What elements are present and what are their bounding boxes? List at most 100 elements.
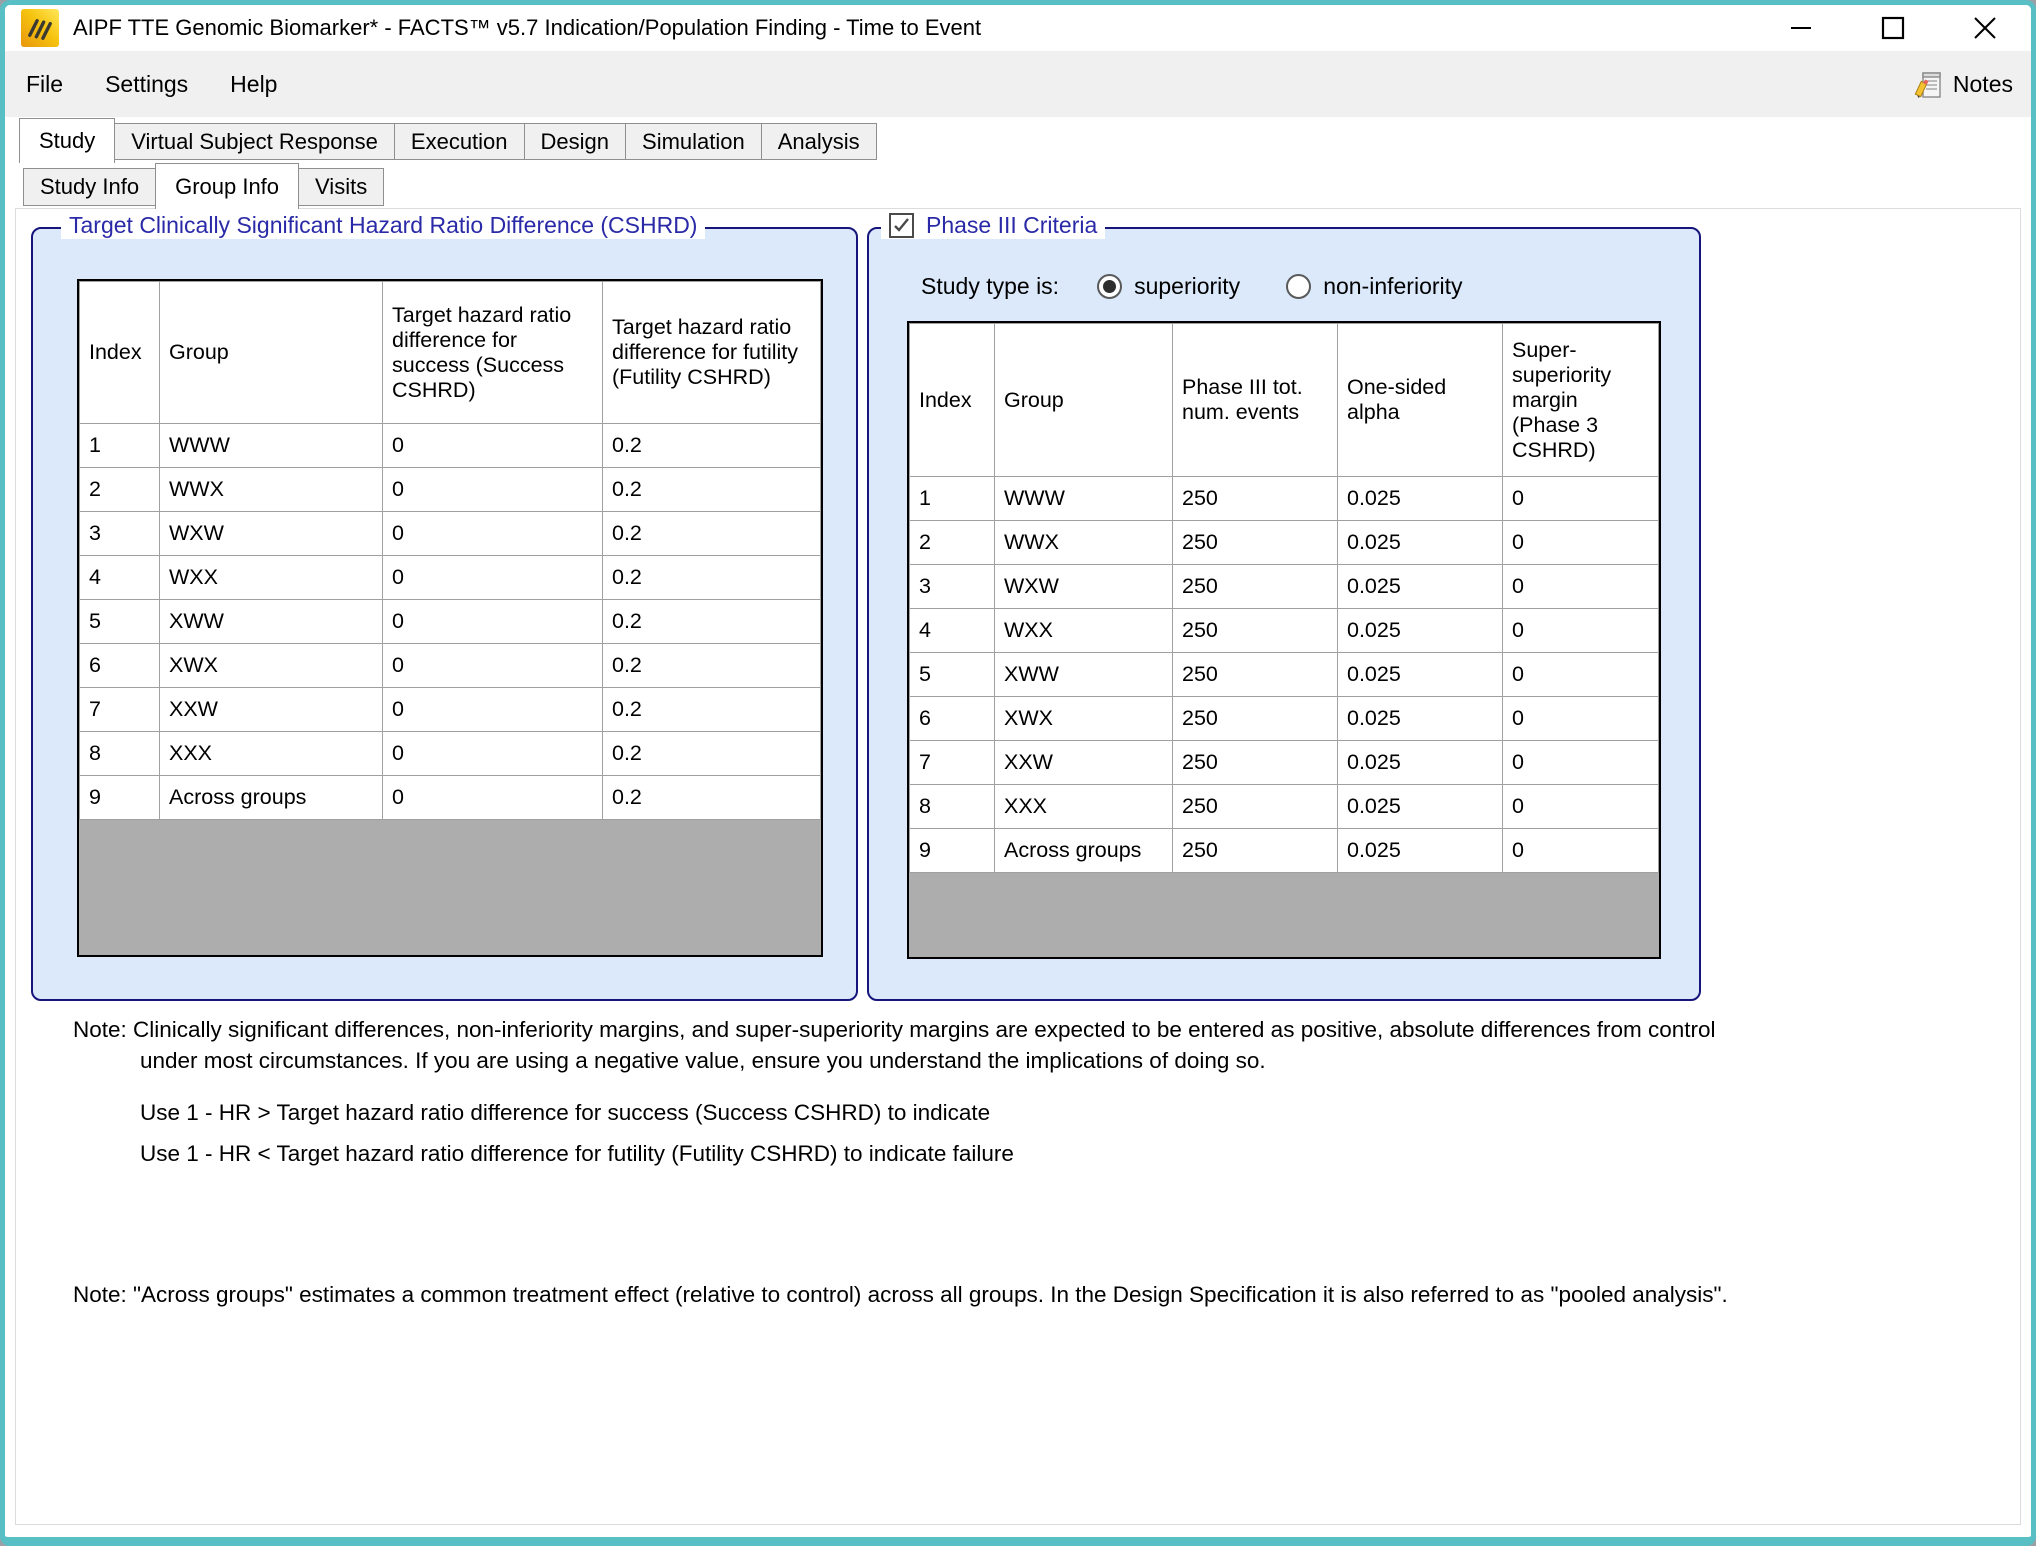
grid-value-cell[interactable]: 0.025 [1338, 609, 1503, 653]
radio-option-superiority[interactable]: superiority [1097, 273, 1240, 300]
grid-value-cell[interactable]: 0 [383, 644, 603, 688]
grid-value-cell[interactable]: 0.2 [603, 732, 821, 776]
radio-option-label: non-inferiority [1323, 273, 1462, 300]
study-type-label: Study type is: [921, 273, 1059, 300]
column-header: Group [995, 324, 1173, 477]
cshrd-table-frame: IndexGroupTarget hazard ratio difference… [77, 279, 823, 957]
grid-value-cell[interactable]: 250 [1173, 609, 1338, 653]
grid-value-cell[interactable]: 0.025 [1338, 521, 1503, 565]
grid-value-cell[interactable]: 0.2 [603, 688, 821, 732]
grid-value-cell[interactable]: 0 [1503, 653, 1659, 697]
phase3-checkbox[interactable] [889, 213, 914, 238]
note-across-groups: Note: "Across groups" estimates a common… [73, 1282, 1728, 1308]
grid-value-cell[interactable]: 0 [1503, 697, 1659, 741]
grid-value-cell[interactable]: 0.2 [603, 512, 821, 556]
grid-value-cell[interactable]: 0 [383, 600, 603, 644]
group-name-cell: XWW [995, 653, 1173, 697]
grid-value-cell[interactable]: 0.025 [1338, 565, 1503, 609]
column-header: Index [910, 324, 995, 477]
menu-item-settings[interactable]: Settings [84, 65, 209, 104]
grid-value-cell[interactable]: 0 [383, 512, 603, 556]
menu-item-help[interactable]: Help [209, 65, 298, 104]
grid-value-cell[interactable]: 0 [383, 556, 603, 600]
row-index-cell: 8 [910, 785, 995, 829]
row-index-cell: 2 [80, 468, 160, 512]
grid-value-cell[interactable]: 0 [383, 732, 603, 776]
study-type-row: Study type is: superiority non-inferiori… [921, 273, 1463, 300]
table-row: 1WWW00.2 [80, 424, 821, 468]
tab-execution[interactable]: Execution [394, 123, 525, 160]
grid-value-cell[interactable]: 250 [1173, 565, 1338, 609]
grid-value-cell[interactable]: 0.025 [1338, 741, 1503, 785]
radio-option-non-inferiority[interactable]: non-inferiority [1286, 273, 1462, 300]
grid-value-cell[interactable]: 0.025 [1338, 477, 1503, 521]
notes-button[interactable]: Notes [1913, 68, 2013, 100]
row-index-cell: 1 [80, 424, 160, 468]
table-row: 2WWX2500.0250 [910, 521, 1659, 565]
grid-value-cell[interactable]: 0.2 [603, 644, 821, 688]
grid-value-cell[interactable]: 0.2 [603, 468, 821, 512]
grid-value-cell[interactable]: 0 [1503, 741, 1659, 785]
grid-value-cell[interactable]: 0.025 [1338, 697, 1503, 741]
grid-value-cell[interactable]: 0.025 [1338, 653, 1503, 697]
column-header: Phase III tot. num. events [1173, 324, 1338, 477]
tab-analysis[interactable]: Analysis [761, 123, 877, 160]
maximize-button[interactable] [1847, 5, 1939, 51]
tab-design[interactable]: Design [524, 123, 626, 160]
grid-value-cell[interactable]: 0 [1503, 829, 1659, 873]
grid-value-cell[interactable]: 250 [1173, 829, 1338, 873]
grid-value-cell[interactable]: 0 [1503, 521, 1659, 565]
row-index-cell: 9 [910, 829, 995, 873]
phase3-groupbox-title: Phase III Criteria [926, 212, 1097, 239]
grid-value-cell[interactable]: 0.025 [1338, 829, 1503, 873]
menu-item-file[interactable]: File [5, 65, 84, 104]
notes-button-label: Notes [1953, 71, 2013, 98]
subtab-visits[interactable]: Visits [298, 168, 384, 206]
minimize-button[interactable] [1755, 5, 1847, 51]
column-header: One-sided alpha [1338, 324, 1503, 477]
titlebar: AIPF TTE Genomic Biomarker* - FACTS™ v5.… [5, 5, 2031, 51]
cshrd-groupbox: Target Clinically Significant Hazard Rat… [31, 227, 858, 1001]
grid-value-cell[interactable]: 0 [383, 424, 603, 468]
grid-value-cell[interactable]: 0.2 [603, 600, 821, 644]
grid-value-cell[interactable]: 250 [1173, 521, 1338, 565]
group-name-cell: WXX [995, 609, 1173, 653]
subtab-group-info[interactable]: Group Info [155, 163, 299, 209]
grid-value-cell[interactable]: 0 [1503, 785, 1659, 829]
note-use-success: Use 1 - HR > Target hazard ratio differe… [140, 1100, 990, 1126]
grid-value-cell[interactable]: 0.2 [603, 776, 821, 820]
close-button[interactable] [1939, 5, 2031, 51]
table-row: 5XWW00.2 [80, 600, 821, 644]
grid-value-cell[interactable]: 250 [1173, 477, 1338, 521]
grid-value-cell[interactable]: 0 [1503, 565, 1659, 609]
grid-value-cell[interactable]: 250 [1173, 785, 1338, 829]
group-name-cell: WXX [160, 556, 383, 600]
radio-unselected-icon [1286, 274, 1311, 299]
grid-value-cell[interactable]: 250 [1173, 653, 1338, 697]
cshrd-table: IndexGroupTarget hazard ratio difference… [79, 281, 821, 820]
grid-value-cell[interactable]: 250 [1173, 741, 1338, 785]
subtab-study-info[interactable]: Study Info [23, 168, 156, 206]
grid-value-cell[interactable]: 0 [383, 688, 603, 732]
group-name-cell: XWX [160, 644, 383, 688]
grid-value-cell[interactable]: 0.2 [603, 424, 821, 468]
grid-value-cell[interactable]: 250 [1173, 697, 1338, 741]
grid-value-cell[interactable]: 0.2 [603, 556, 821, 600]
group-name-cell: WXW [995, 565, 1173, 609]
grid-value-cell[interactable]: 0.025 [1338, 785, 1503, 829]
row-index-cell: 1 [910, 477, 995, 521]
close-icon [1972, 15, 1998, 41]
grid-value-cell[interactable]: 0 [1503, 609, 1659, 653]
group-name-cell: Across groups [160, 776, 383, 820]
table-row: 7XXW2500.0250 [910, 741, 1659, 785]
table-row: 6XWX2500.0250 [910, 697, 1659, 741]
grid-value-cell[interactable]: 0 [1503, 477, 1659, 521]
table-row: 9Across groups00.2 [80, 776, 821, 820]
tab-simulation[interactable]: Simulation [625, 123, 762, 160]
tab-study[interactable]: Study [19, 118, 115, 163]
tab-virtual-subject-response[interactable]: Virtual Subject Response [114, 123, 395, 160]
grid-value-cell[interactable]: 0 [383, 776, 603, 820]
grid-value-cell[interactable]: 0 [383, 468, 603, 512]
main-tabstrip: Study Virtual Subject Response Execution… [19, 118, 876, 163]
table-row: 4WXX00.2 [80, 556, 821, 600]
